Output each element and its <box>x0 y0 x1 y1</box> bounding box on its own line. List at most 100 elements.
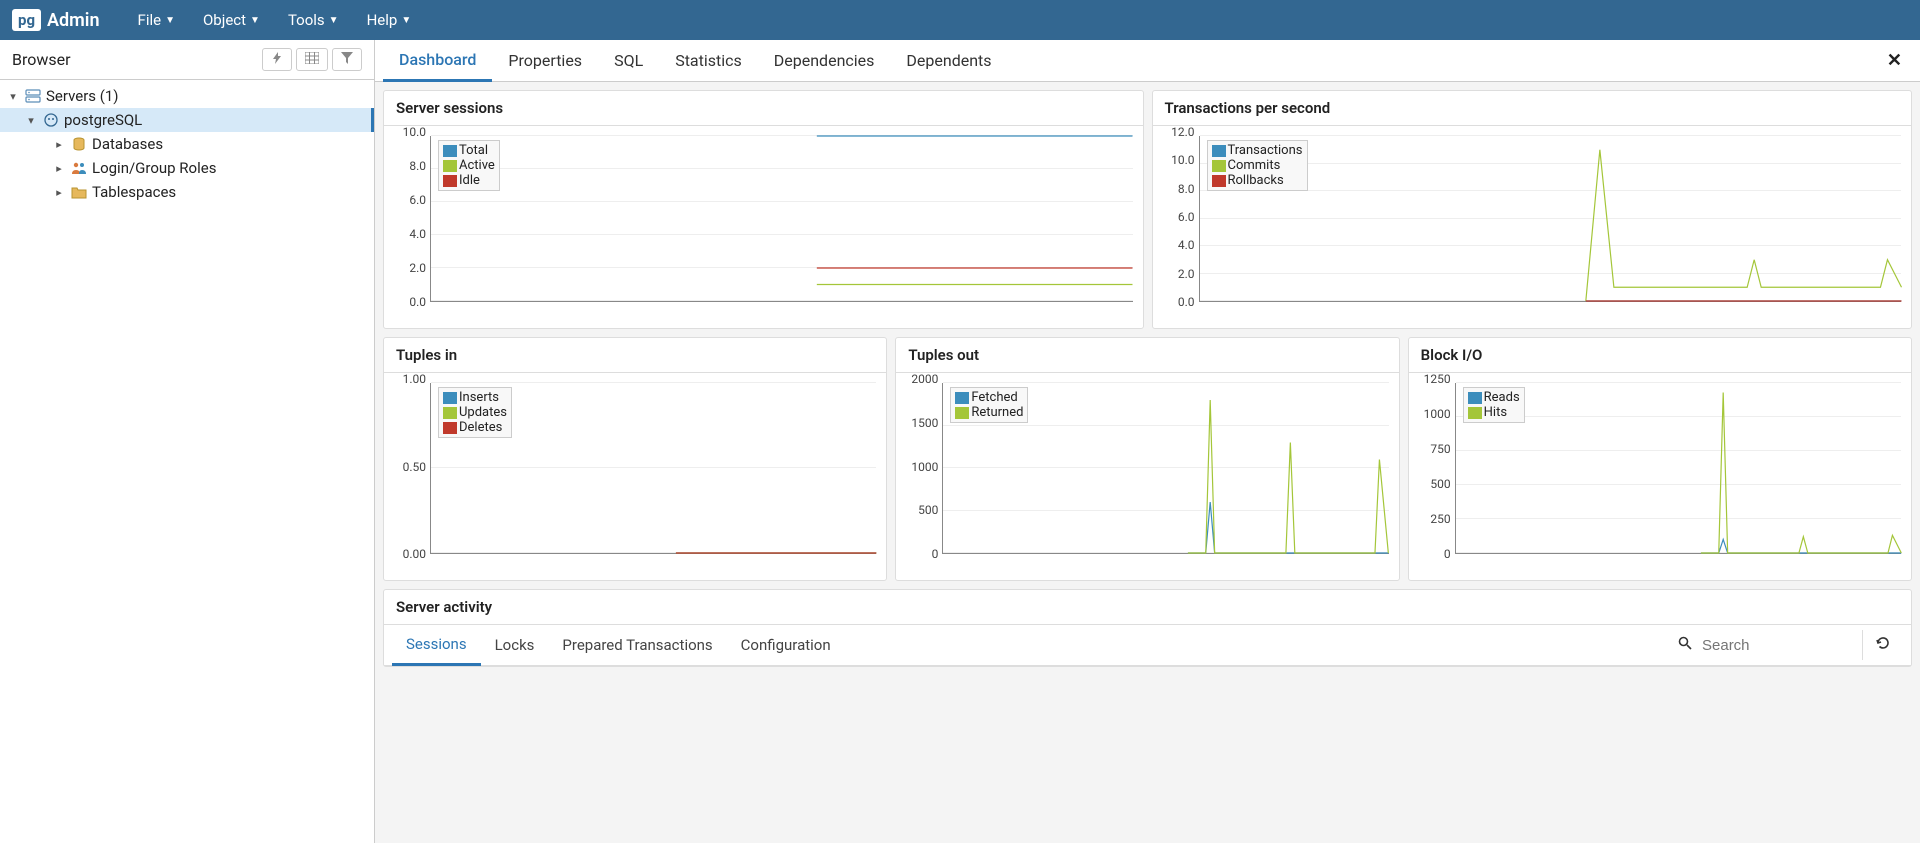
legend-swatch <box>955 392 969 404</box>
filter-button[interactable] <box>332 48 362 71</box>
legend-label: Updates <box>459 405 507 420</box>
chevron-right-icon[interactable]: ▸ <box>52 162 66 175</box>
refresh-icon <box>1875 636 1891 650</box>
chevron-down-icon[interactable]: ▾ <box>24 114 38 127</box>
tree-node-roles[interactable]: ▸ Login/Group Roles <box>0 156 374 180</box>
tree-node-postgresql[interactable]: ▾ postgreSQL <box>0 108 374 132</box>
browser-title: Browser <box>12 50 71 69</box>
view-data-button[interactable] <box>296 48 328 71</box>
top-menu-bar: pg Admin File▼ Object▼ Tools▼ Help▼ <box>0 0 1920 40</box>
y-tick-label: 500 <box>1430 477 1450 491</box>
card-title: Tuples in <box>384 338 886 373</box>
chart-legend: TotalActiveIdle <box>438 140 500 191</box>
content-tabs: Dashboard Properties SQL Statistics Depe… <box>375 40 1920 82</box>
activity-tab-prepared[interactable]: Prepared Transactions <box>548 626 726 664</box>
y-tick-label: 10.0 <box>1171 153 1194 167</box>
y-tick-label: 0 <box>1444 547 1451 561</box>
tab-sql[interactable]: SQL <box>598 41 659 80</box>
y-tick-label: 6.0 <box>1178 210 1195 224</box>
y-tick-label: 0.50 <box>403 460 426 474</box>
legend-swatch <box>1212 160 1226 172</box>
tab-dependents[interactable]: Dependents <box>890 41 1007 80</box>
search-icon <box>1678 636 1692 654</box>
chart-legend: InsertsUpdatesDeletes <box>438 387 512 438</box>
tree-label: Login/Group Roles <box>92 159 216 177</box>
caret-down-icon: ▼ <box>250 15 260 26</box>
caret-down-icon: ▼ <box>165 15 175 26</box>
legend-swatch <box>443 392 457 404</box>
tree-label: Tablespaces <box>92 183 176 201</box>
legend-label: Inserts <box>459 390 499 405</box>
legend-label: Hits <box>1484 405 1507 420</box>
y-tick-label: 12.0 <box>1171 125 1194 139</box>
y-tick-label: 500 <box>918 503 938 517</box>
legend-label: Commits <box>1228 158 1281 173</box>
tab-statistics[interactable]: Statistics <box>659 41 758 80</box>
legend-swatch <box>1212 175 1226 187</box>
card-server-sessions: Server sessions 0.02.04.06.08.010.0Total… <box>383 90 1144 329</box>
chevron-right-icon[interactable]: ▸ <box>52 186 66 199</box>
tree-label: Databases <box>92 135 163 153</box>
query-tool-button[interactable] <box>262 48 292 71</box>
menu-tools[interactable]: Tools▼ <box>274 11 353 29</box>
legend-swatch <box>1468 392 1482 404</box>
card-title: Tuples out <box>896 338 1398 373</box>
activity-tab-config[interactable]: Configuration <box>727 626 845 664</box>
legend-swatch <box>955 407 969 419</box>
chart-legend: ReadsHits <box>1463 387 1525 423</box>
legend-swatch <box>1468 407 1482 419</box>
tree-label: postgreSQL <box>64 111 142 129</box>
legend-label: Rollbacks <box>1228 173 1284 188</box>
y-tick-label: 6.0 <box>409 193 426 207</box>
card-tuples-in: Tuples in 0.00 0.50 1.00 InsertsUpdatesDele… <box>383 337 887 581</box>
tab-dependencies[interactable]: Dependencies <box>758 41 891 80</box>
tree-node-tablespaces[interactable]: ▸ Tablespaces <box>0 180 374 204</box>
menu-help[interactable]: Help▼ <box>353 11 426 29</box>
chevron-right-icon[interactable]: ▸ <box>52 138 66 151</box>
menu-object[interactable]: Object▼ <box>189 11 274 29</box>
folder-icon <box>70 183 88 201</box>
table-icon <box>305 52 319 64</box>
legend-swatch <box>443 422 457 434</box>
menu-file[interactable]: File▼ <box>124 11 189 29</box>
activity-search <box>1668 630 1863 660</box>
y-tick-label: 8.0 <box>409 159 426 173</box>
y-tick-label: 0.0 <box>1178 295 1195 309</box>
logo-admin: Admin <box>47 10 100 31</box>
users-icon <box>70 159 88 177</box>
activity-tab-sessions[interactable]: Sessions <box>392 625 481 666</box>
y-tick-label: 4.0 <box>1178 238 1195 252</box>
y-tick-label: 4.0 <box>409 227 426 241</box>
legend-swatch <box>443 160 457 172</box>
legend-swatch <box>443 175 457 187</box>
y-tick-label: 1500 <box>911 416 938 430</box>
search-input[interactable] <box>1702 637 1852 654</box>
elephant-icon <box>42 111 60 129</box>
chart-legend: TransactionsCommitsRollbacks <box>1207 140 1308 191</box>
activity-tab-locks[interactable]: Locks <box>481 626 549 664</box>
tab-dashboard[interactable]: Dashboard <box>383 40 492 82</box>
chevron-down-icon[interactable]: ▾ <box>6 90 20 103</box>
caret-down-icon: ▼ <box>329 15 339 26</box>
y-tick-label: 0.00 <box>403 547 426 561</box>
tree-node-databases[interactable]: ▸ Databases <box>0 132 374 156</box>
card-title: Server activity <box>384 590 1911 625</box>
tree-label: Servers (1) <box>46 87 119 105</box>
close-icon[interactable]: ✕ <box>1877 44 1912 77</box>
tree-node-servers[interactable]: ▾ Servers (1) <box>0 84 374 108</box>
y-tick-label: 1000 <box>1424 407 1451 421</box>
y-tick-label: 250 <box>1430 512 1450 526</box>
caret-down-icon: ▼ <box>401 15 411 26</box>
legend-label: Returned <box>971 405 1023 420</box>
servers-icon <box>24 87 42 105</box>
legend-label: Transactions <box>1228 143 1303 158</box>
y-tick-label: 750 <box>1430 442 1450 456</box>
y-tick-label: 10.0 <box>403 125 426 139</box>
card-title: Server sessions <box>384 91 1143 126</box>
browser-sidebar: Browser ▾ Servers (1) ▾ <box>0 40 375 843</box>
y-tick-label: 2.0 <box>1178 267 1195 281</box>
tab-properties[interactable]: Properties <box>492 41 598 80</box>
legend-swatch <box>443 407 457 419</box>
y-tick-label: 1.00 <box>403 372 426 386</box>
refresh-button[interactable] <box>1863 630 1903 660</box>
